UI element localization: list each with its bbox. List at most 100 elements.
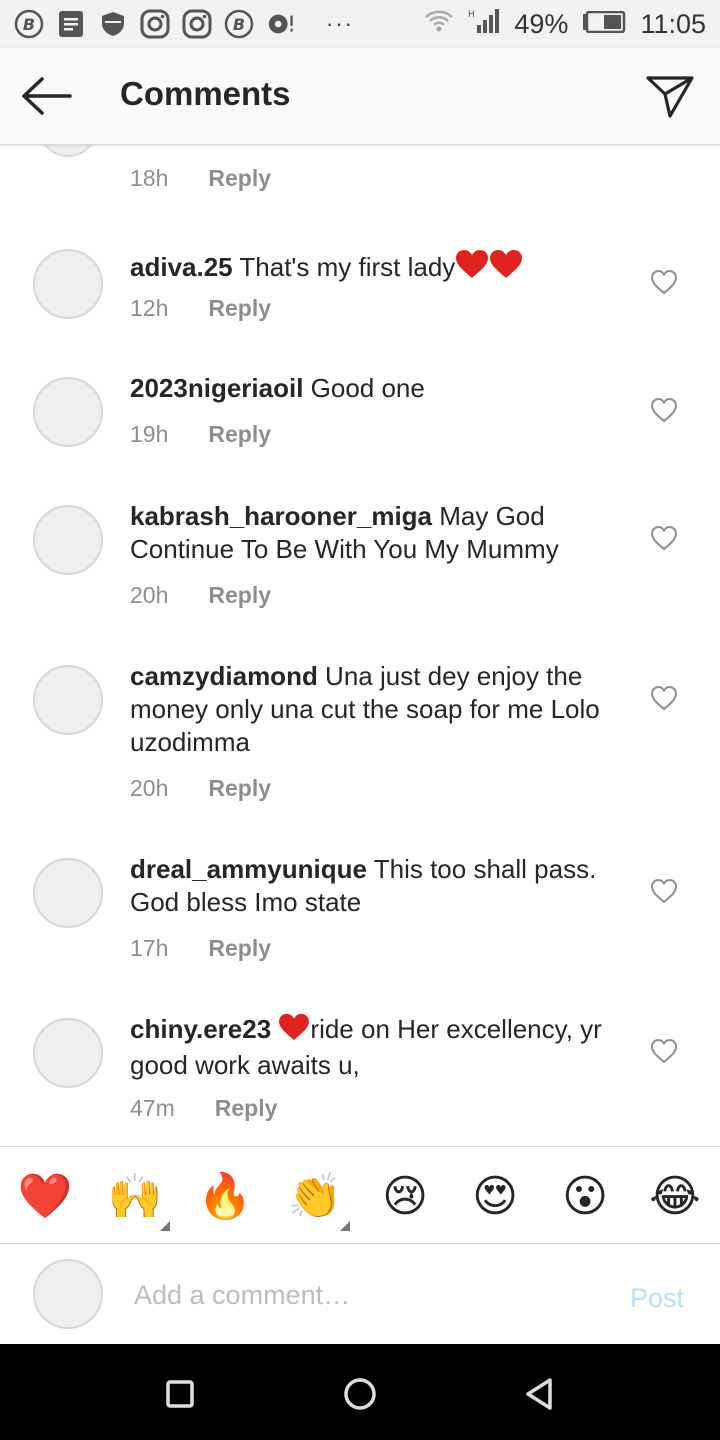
app-header: Comments — [0, 48, 720, 145]
comment-meta: 17h Reply — [130, 935, 271, 962]
recents-button[interactable] — [160, 1374, 200, 1414]
post-button[interactable]: Post — [630, 1283, 684, 1314]
like-button[interactable] — [650, 269, 678, 295]
comment-list[interactable]: 18h Reply adiva.25 That's my first lady … — [0, 145, 720, 1145]
comment-body: That's my first lady — [232, 252, 456, 282]
comment-text: chiny.ere23 ride on Her excellency, yr g… — [130, 1013, 630, 1082]
status-bar: B B ··· H 49% 11:05 — [0, 0, 720, 48]
instagram-icon — [140, 9, 170, 39]
comment-text: camzydiamond Una just dey enjoy the mone… — [130, 660, 610, 759]
avatar[interactable] — [33, 377, 103, 447]
emoji-quick-bar: ❤️ 🙌 🔥 👏 😢 😍 😮 😂 — [0, 1146, 720, 1244]
comment-time: 47m — [130, 1095, 175, 1121]
reply-button[interactable]: Reply — [208, 165, 271, 192]
avatar[interactable] — [33, 1018, 103, 1088]
svg-text:H: H — [468, 10, 475, 20]
avatar[interactable] — [33, 505, 103, 575]
comment-time: 20h — [130, 775, 169, 801]
comment-username[interactable]: 2023nigeriaoil — [130, 373, 303, 403]
comment-text: dreal_ammyunique This too shall pass. Go… — [130, 853, 620, 919]
avatar[interactable] — [33, 858, 103, 928]
heart-outline-icon — [650, 269, 678, 295]
emoji-raising-hands[interactable]: 🙌 — [107, 1169, 163, 1225]
notification-overflow-icon: ··· — [326, 11, 354, 36]
emoji-heart-eyes[interactable]: 😍 — [467, 1169, 523, 1225]
back-button[interactable] — [20, 76, 76, 116]
instagram-icon — [182, 9, 212, 39]
emoji-tears-of-joy[interactable]: 😂 — [647, 1169, 703, 1225]
comment-composer: Post — [0, 1244, 720, 1344]
comment-username[interactable]: adiva.25 — [130, 252, 233, 282]
b-app-icon: B — [224, 9, 254, 39]
like-button[interactable] — [650, 878, 678, 904]
circle-icon — [344, 1378, 376, 1410]
paper-plane-icon — [646, 76, 694, 118]
like-button[interactable] — [650, 397, 678, 423]
comment-time: 18h — [130, 165, 169, 191]
like-button[interactable] — [650, 525, 678, 551]
comment-username[interactable]: dreal_ammyunique — [130, 854, 367, 884]
reply-button[interactable]: Reply — [208, 935, 271, 962]
back-arrow-icon — [22, 77, 72, 115]
heart-outline-icon — [650, 878, 678, 904]
reply-button[interactable]: Reply — [208, 775, 271, 802]
heart-outline-icon — [650, 397, 678, 423]
comment-meta: 19h Reply — [130, 421, 271, 448]
red-heart-emoji — [278, 1013, 310, 1049]
heart-outline-icon — [650, 1038, 678, 1064]
square-icon — [166, 1380, 194, 1408]
emoji-red-heart[interactable]: ❤️ — [17, 1169, 73, 1225]
signal-icon: H — [468, 7, 500, 42]
comment-input[interactable] — [132, 1274, 596, 1316]
svg-text:B: B — [23, 15, 35, 34]
skin-tone-indicator-icon — [160, 1221, 170, 1231]
reply-button[interactable]: Reply — [208, 421, 271, 448]
like-button[interactable] — [650, 1038, 678, 1064]
avatar[interactable] — [33, 249, 103, 319]
comment-username[interactable]: chiny.ere23 — [130, 1014, 271, 1044]
comment-text: kabrash_harooner_miga May God Continue T… — [130, 500, 620, 566]
red-heart-emoji — [489, 249, 523, 287]
comment-username[interactable]: camzydiamond — [130, 661, 318, 691]
avatar[interactable] — [34, 145, 102, 157]
system-nav-bar — [0, 1344, 720, 1440]
home-button[interactable] — [340, 1374, 380, 1414]
skin-tone-indicator-icon — [340, 1221, 350, 1231]
back-nav-button[interactable] — [520, 1374, 560, 1414]
comment-meta: 20h Reply — [130, 582, 271, 609]
comment-username[interactable]: kabrash_harooner_miga — [130, 501, 432, 531]
pin-icon — [266, 9, 296, 39]
battery-percent: 49% — [514, 8, 569, 39]
wifi-icon — [424, 9, 454, 40]
heart-outline-icon — [650, 525, 678, 551]
comment-meta: 12h Reply — [130, 295, 271, 322]
share-button[interactable] — [644, 72, 696, 120]
avatar[interactable] — [33, 665, 103, 735]
emoji-surprised-face[interactable]: 😮 — [557, 1169, 613, 1225]
svg-text:B: B — [233, 15, 245, 34]
battery-icon — [582, 9, 626, 40]
red-heart-emoji — [455, 249, 489, 287]
reply-button[interactable]: Reply — [215, 1095, 278, 1122]
comment-text: adiva.25 That's my first lady — [130, 249, 630, 287]
emoji-fire[interactable]: 🔥 — [197, 1169, 253, 1225]
comment-time: 19h — [130, 421, 169, 447]
comment-meta: 47m Reply — [130, 1095, 277, 1122]
triangle-back-icon — [526, 1378, 552, 1410]
comment-meta: 18h Reply — [130, 165, 271, 192]
comment-time: 12h — [130, 295, 169, 321]
comment-text: 2023nigeriaoil Good one — [130, 372, 630, 405]
reply-button[interactable]: Reply — [208, 295, 271, 322]
page-title: Comments — [120, 75, 291, 112]
emoji-clapping-hands[interactable]: 👏 — [287, 1169, 343, 1225]
avatar — [33, 1259, 103, 1329]
emoji-crying-face[interactable]: 😢 — [377, 1169, 433, 1225]
comment-time: 20h — [130, 582, 169, 608]
clock: 11:05 — [640, 8, 706, 39]
like-button[interactable] — [650, 685, 678, 711]
document-icon — [56, 9, 86, 39]
b-app-icon: B — [14, 9, 44, 39]
comment-body: Good one — [303, 373, 425, 403]
reply-button[interactable]: Reply — [208, 582, 271, 609]
comment-meta: 20h Reply — [130, 775, 271, 802]
